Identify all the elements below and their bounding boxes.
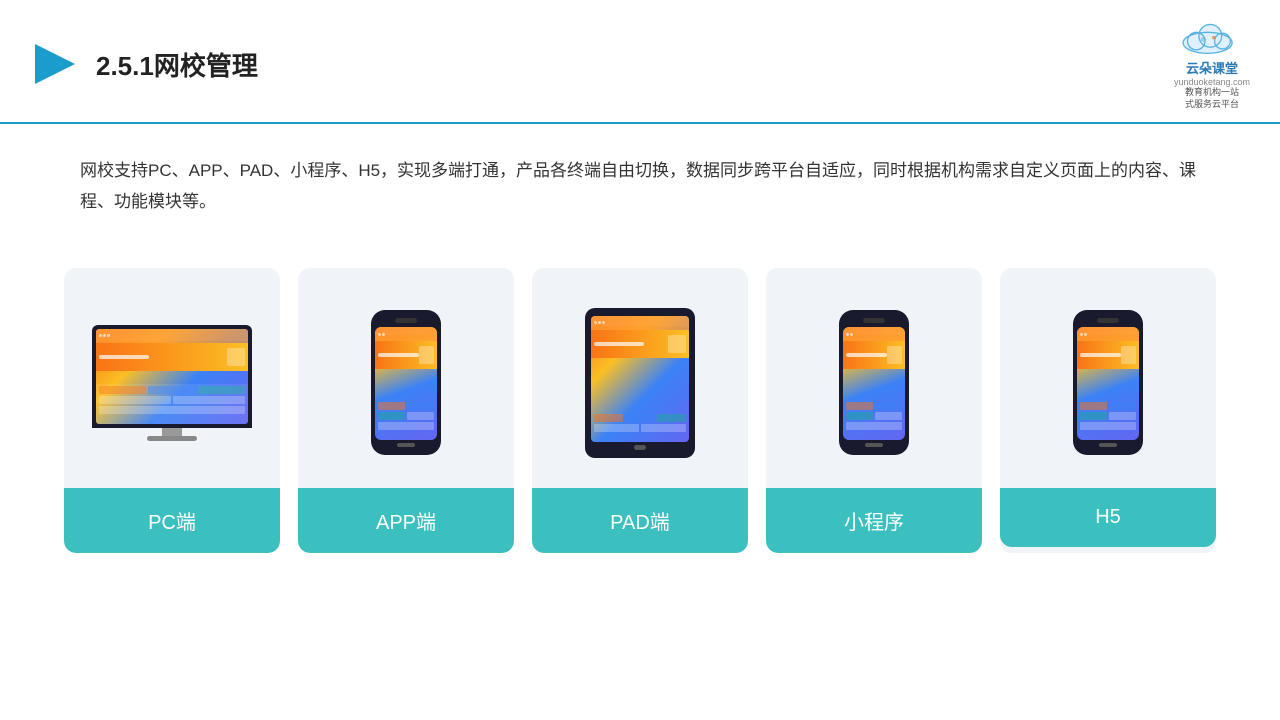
h5-mockup-container <box>1000 268 1216 488</box>
miniapp-notch <box>863 318 885 323</box>
label-app: APP端 <box>298 488 514 553</box>
app-mockup-container <box>298 268 514 488</box>
tablet-screen <box>591 316 689 442</box>
header: 2.5.1网校管理 云朵课堂 yunduoketang.com 教育机构一站式服… <box>0 0 1280 124</box>
pc-screen-outer <box>92 325 252 428</box>
phone-screen-app <box>375 327 437 440</box>
card-pad: PAD端 <box>532 268 748 553</box>
pc-mockup <box>87 325 257 441</box>
phone-home-app <box>397 443 415 447</box>
label-pc: PC端 <box>64 488 280 553</box>
miniapp-home <box>865 443 883 447</box>
card-app: APP端 <box>298 268 514 553</box>
h5-phone-mockup <box>1073 310 1143 455</box>
phone-notch <box>395 318 417 323</box>
pc-base <box>162 428 182 436</box>
h5-notch <box>1097 318 1119 323</box>
label-pad: PAD端 <box>532 488 748 553</box>
logo-area: 云朵课堂 yunduoketang.com 教育机构一站式服务云平台 <box>1174 18 1250 110</box>
h5-home <box>1099 443 1117 447</box>
logo-icon <box>1177 18 1247 58</box>
miniapp-phone-mockup <box>839 310 909 455</box>
app-phone-mockup <box>371 310 441 455</box>
label-h5: H5 <box>1000 488 1216 547</box>
cards-container: PC端 <box>0 238 1280 573</box>
page-title: 2.5.1网校管理 <box>96 46 258 83</box>
pad-mockup-container <box>532 268 748 488</box>
pc-stand <box>147 436 197 441</box>
play-icon <box>30 39 80 89</box>
description-content: 网校支持PC、APP、PAD、小程序、H5，实现多端打通，产品各终端自由切换，数… <box>80 156 1200 217</box>
header-left: 2.5.1网校管理 <box>30 39 258 89</box>
logo-name: 云朵课堂 <box>1186 58 1238 77</box>
tablet-home <box>634 445 646 450</box>
tablet-mockup <box>585 308 695 458</box>
miniapp-mockup-container <box>766 268 982 488</box>
description-text: 网校支持PC、APP、PAD、小程序、H5，实现多端打通，产品各终端自由切换，数… <box>0 124 1280 227</box>
pc-mockup-container <box>64 268 280 488</box>
card-miniapp: 小程序 <box>766 268 982 553</box>
phone-screen-h5 <box>1077 327 1139 440</box>
logo-tagline: 教育机构一站式服务云平台 <box>1185 87 1239 110</box>
logo-sub: yunduoketang.com <box>1174 77 1250 87</box>
card-pc: PC端 <box>64 268 280 553</box>
phone-screen-miniapp <box>843 327 905 440</box>
pc-screen <box>96 329 248 424</box>
label-miniapp: 小程序 <box>766 488 982 553</box>
card-h5: H5 <box>1000 268 1216 553</box>
